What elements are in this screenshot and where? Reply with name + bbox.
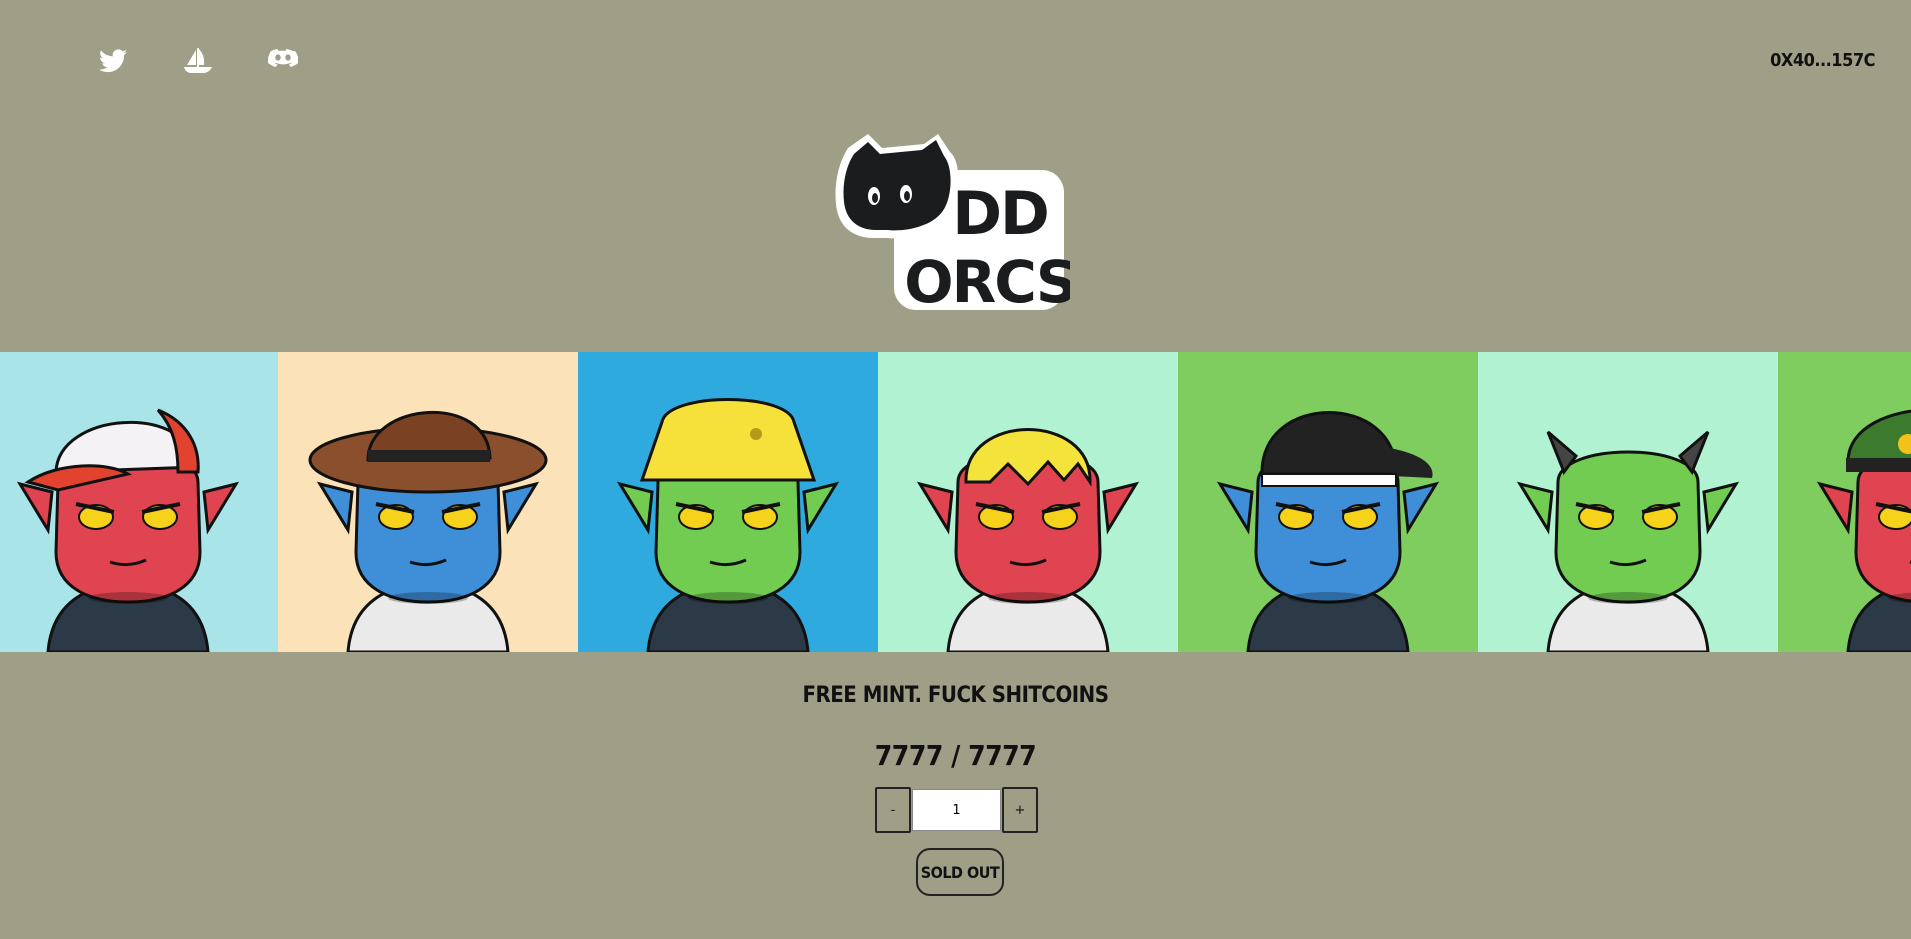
opensea-icon[interactable]	[181, 44, 215, 78]
decrement-button[interactable]: -	[875, 787, 911, 833]
nft-tile	[578, 352, 878, 652]
twitter-icon[interactable]	[96, 44, 130, 78]
nft-tile	[1478, 352, 1778, 652]
mint-tagline: FREE MINT. FUCK SHITCOINS	[802, 683, 1109, 708]
quantity-stepper: - +	[875, 787, 1038, 833]
mint-counter: 7777 / 7777	[874, 739, 1037, 772]
nft-tile	[1778, 352, 1911, 652]
nft-tile	[1178, 352, 1478, 652]
wallet-address-button[interactable]: 0X40...157C	[1770, 50, 1875, 71]
odd-orcs-logo: DD ORCS	[835, 134, 1070, 312]
nft-tile	[278, 352, 578, 652]
sold-out-button[interactable]: SOLD OUT	[916, 848, 1004, 896]
quantity-input[interactable]	[912, 789, 1001, 831]
increment-button[interactable]: +	[1002, 787, 1038, 833]
nft-tile	[878, 352, 1178, 652]
logo-text-dd: DD	[952, 179, 1048, 249]
discord-icon[interactable]	[266, 44, 300, 78]
logo-text-orcs: ORCS	[904, 248, 1070, 312]
nft-gallery-strip	[0, 352, 1911, 652]
nft-tile	[0, 352, 278, 652]
